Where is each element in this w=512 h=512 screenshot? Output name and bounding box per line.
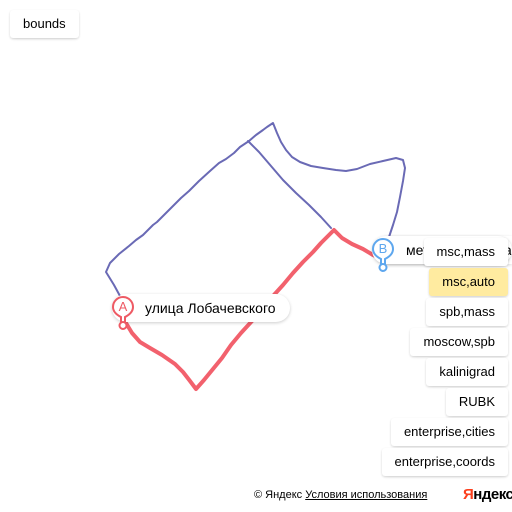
yandex-logo-rest: ндекс (473, 486, 512, 503)
point-a-letter: A (119, 299, 128, 314)
copyright: © Яндекс Условия использования (254, 489, 427, 501)
point-a-label[interactable]: улица Лобачевского (112, 294, 290, 322)
route-option-button[interactable]: moscow,spb (410, 328, 508, 356)
route-options-list: msc,mass msc,auto spb,mass moscow,spb kalini… (381, 238, 508, 478)
route-option-button[interactable]: msc,mass (423, 238, 508, 266)
route-option-button[interactable]: enterprise,coords (381, 448, 508, 476)
yandex-logo[interactable]: Яндекс (463, 486, 512, 503)
route-option-button[interactable]: spb,mass (426, 298, 508, 326)
copyright-text: © Яндекс (254, 489, 303, 501)
route-option-button[interactable]: kalinigrad (426, 358, 508, 386)
yandex-logo-first-letter: Я (463, 486, 474, 503)
point-a-marker-icon[interactable]: A (112, 296, 134, 330)
route-option-button[interactable]: msc,auto (429, 268, 508, 296)
point-a-label-text: улица Лобачевского (145, 300, 276, 316)
terms-of-use-link[interactable]: Условия использования (305, 489, 427, 501)
bounds-button[interactable]: bounds (10, 10, 79, 38)
route-option-button[interactable]: enterprise,cities (390, 418, 508, 446)
route-option-button[interactable]: RUBK (445, 388, 508, 416)
alt-route-line[interactable] (105, 122, 406, 304)
